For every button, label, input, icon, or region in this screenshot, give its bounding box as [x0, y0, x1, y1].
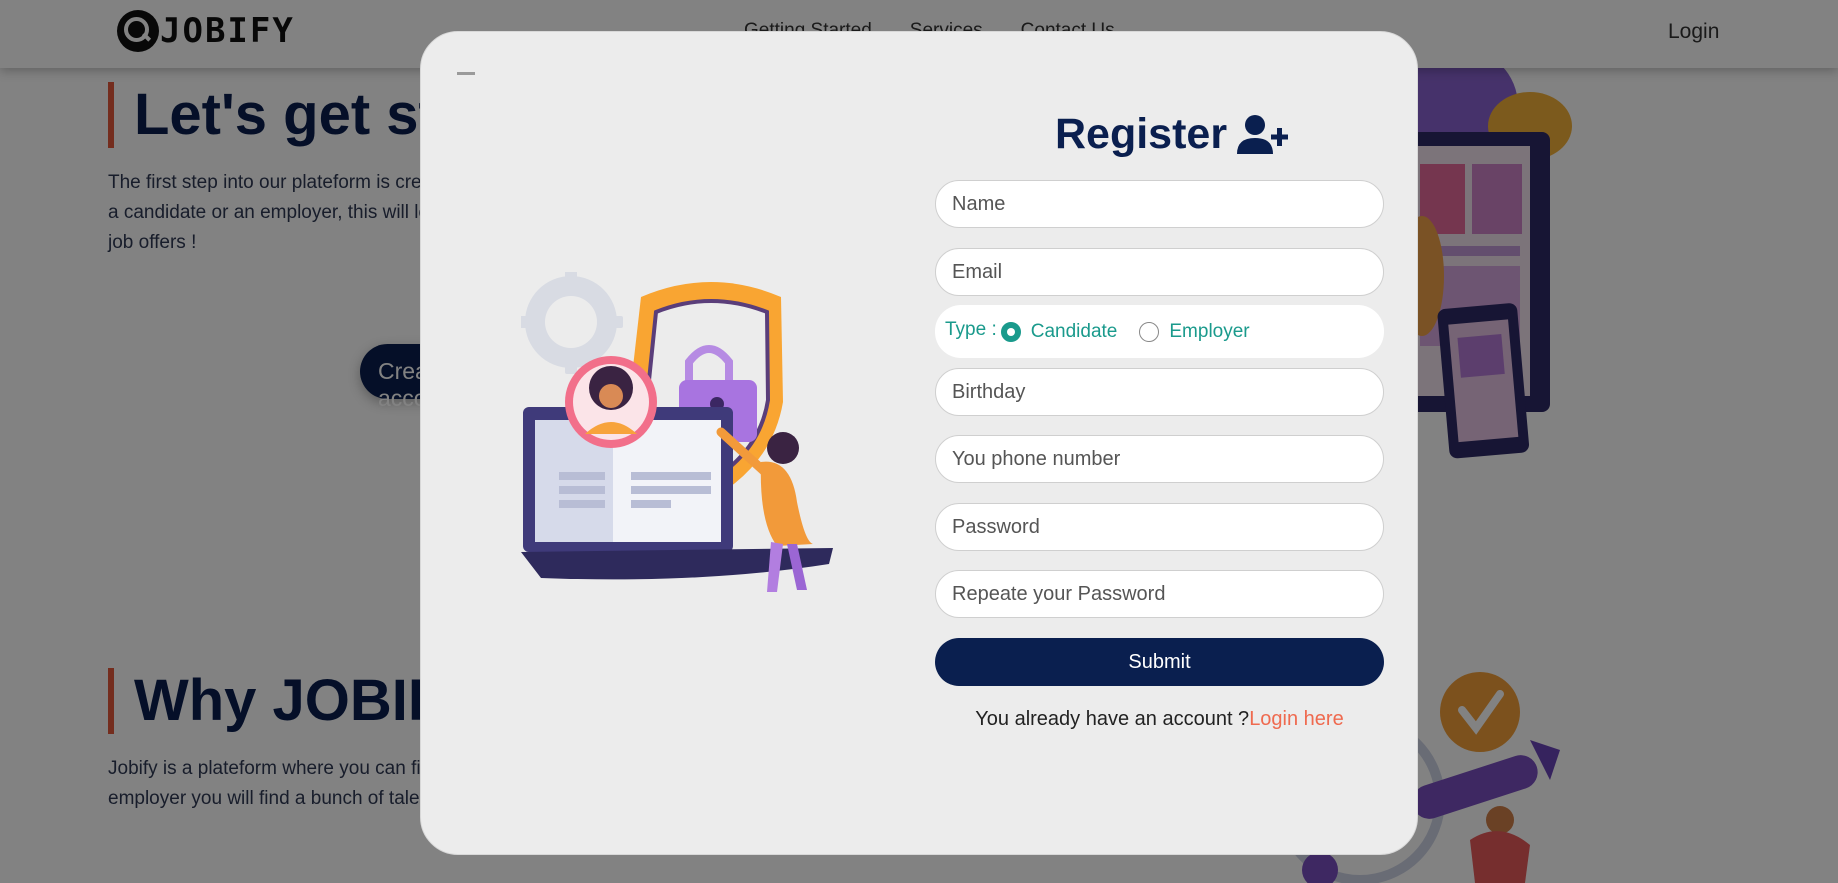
- minus-icon[interactable]: [457, 72, 475, 75]
- register-title: Register: [1055, 110, 1228, 158]
- candidate-radio-label[interactable]: Candidate: [1031, 321, 1118, 343]
- password-field[interactable]: [935, 503, 1384, 551]
- login-prompt: You already have an account ?Login here: [935, 708, 1384, 731]
- login-here-link[interactable]: Login here: [1249, 708, 1344, 730]
- register-heading: Register: [1055, 110, 1289, 159]
- employer-radio-label[interactable]: Employer: [1169, 321, 1249, 343]
- birthday-field[interactable]: [935, 368, 1384, 416]
- candidate-radio[interactable]: [1000, 321, 1021, 342]
- phone-field[interactable]: [935, 435, 1384, 483]
- name-field[interactable]: [935, 180, 1384, 228]
- register-modal: Register Type : Candidate Employer Submi…: [420, 31, 1418, 855]
- submit-button[interactable]: Submit: [935, 638, 1384, 686]
- security-illustration: [521, 272, 833, 592]
- type-label: Type :: [945, 318, 997, 340]
- repeat-password-field[interactable]: [935, 570, 1384, 618]
- employer-radio[interactable]: [1139, 321, 1160, 342]
- email-field[interactable]: [935, 248, 1384, 296]
- account-text: You already have an account ?: [975, 708, 1250, 730]
- user-plus-icon: [1237, 114, 1289, 154]
- account-type-group: Type : Candidate Employer: [935, 305, 1384, 358]
